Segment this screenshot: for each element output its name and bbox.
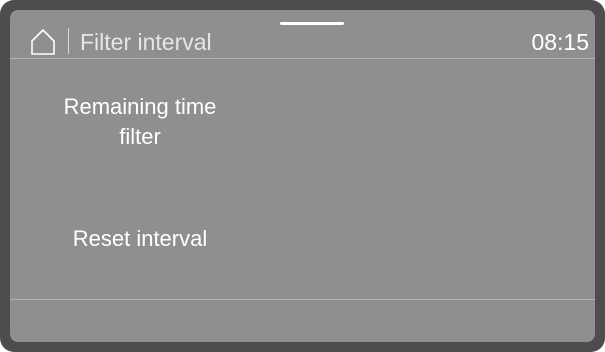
header-divider xyxy=(68,28,69,54)
page-title: Filter interval xyxy=(80,29,212,55)
footer-divider-line xyxy=(10,299,595,300)
display-screen: Filter interval 08:15 Remaining time fil… xyxy=(10,10,595,342)
display-bezel: Filter interval 08:15 Remaining time fil… xyxy=(0,0,605,352)
menu-item-reset-interval[interactable]: Reset interval xyxy=(10,224,270,254)
menu-item-label-line2: filter xyxy=(119,124,161,149)
home-icon[interactable] xyxy=(30,28,56,56)
header-bar: Filter interval 08:15 xyxy=(10,24,595,60)
menu-item-label-line1: Remaining time xyxy=(63,94,217,119)
clock: 08:15 xyxy=(531,29,589,55)
menu-item-label: Reset interval xyxy=(72,226,208,251)
header-divider-line xyxy=(10,58,595,59)
menu-item-remaining-time-filter[interactable]: Remaining time filter xyxy=(10,92,270,152)
